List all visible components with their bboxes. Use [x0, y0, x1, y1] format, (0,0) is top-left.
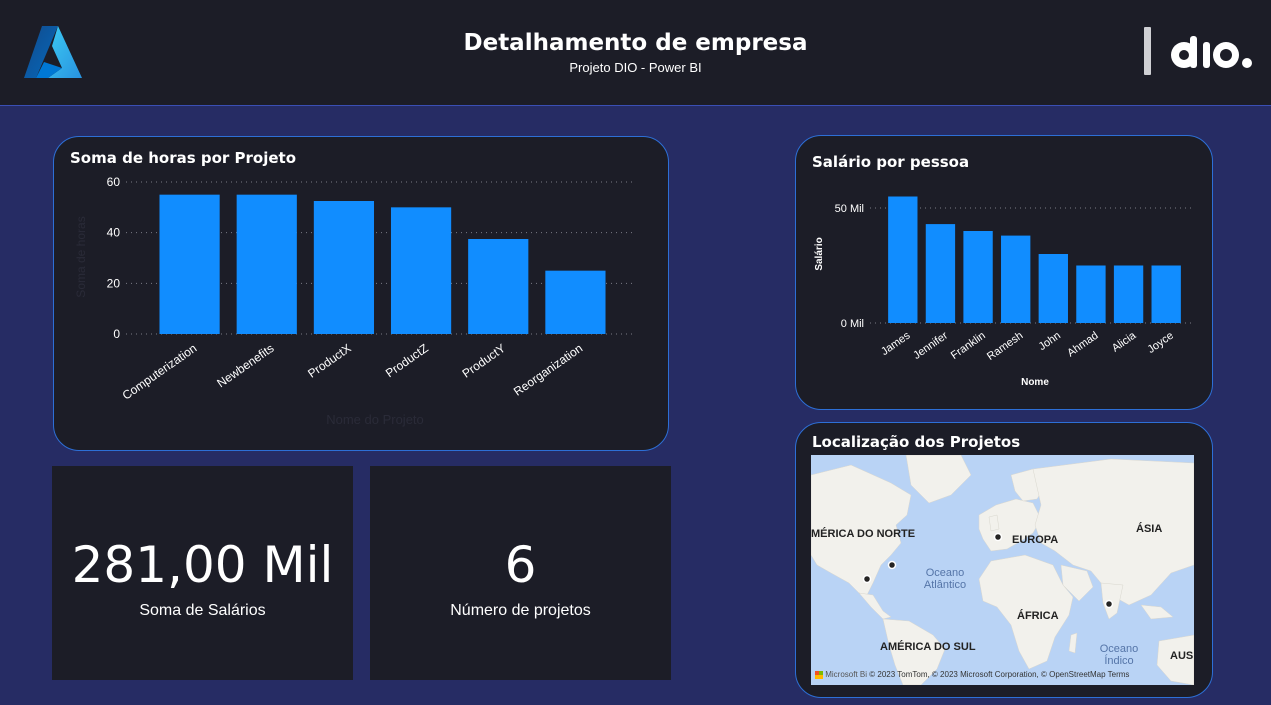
- x-tick-label: James: [879, 329, 913, 358]
- bar-ramesh[interactable]: [1001, 235, 1031, 323]
- header-divider: [1144, 27, 1151, 75]
- x-tick-label: John: [1037, 330, 1063, 354]
- kpi-salary-sum[interactable]: 281,00 Mil Soma de Salários: [52, 466, 353, 680]
- bar-alicia[interactable]: [1113, 265, 1144, 324]
- page-title: Detalhamento de empresa: [463, 30, 808, 56]
- map-label-europe: EUROPA: [1012, 534, 1059, 546]
- map-label-africa: ÁFRICA: [1017, 610, 1059, 622]
- bar-john[interactable]: [1038, 254, 1068, 323]
- bar-productz[interactable]: [390, 207, 452, 334]
- x-tick-label: Reorganization: [511, 341, 585, 399]
- map-attribution-text[interactable]: © 2023 TomTom, © 2023 Microsoft Corporat…: [869, 670, 1129, 679]
- hours-by-project-card[interactable]: Soma de horas por Projeto 0 20 40 60 Comput…: [53, 136, 669, 451]
- bar-reorganization[interactable]: [545, 270, 606, 334]
- salary-by-person-card[interactable]: Salário por pessoa 0 Mil 50 Mil James Jenn…: [795, 135, 1213, 410]
- bar-franklin[interactable]: [963, 231, 993, 323]
- hours-x-axis-label: Nome do Projeto: [326, 412, 424, 427]
- kpi-salary-value: 281,00 Mil: [71, 536, 334, 594]
- kpi-projects-value: 6: [504, 536, 537, 594]
- bar-ahmad[interactable]: [1076, 265, 1106, 324]
- hours-y-axis-label: Soma de horas: [74, 216, 88, 297]
- x-tick-label: Ahmad: [1065, 330, 1100, 360]
- dio-logo-icon: [1171, 36, 1252, 68]
- map-label-south-america: AMÉRICA DO SUL: [880, 641, 976, 653]
- x-tick-label: Alicia: [1110, 329, 1139, 354]
- hours-bar-chart[interactable]: 0 20 40 60 Computerization Newbenefits Produc…: [54, 137, 670, 452]
- x-tick-label: ProductZ: [383, 341, 431, 380]
- map-label-north-america: MÉRICA DO NORTE: [811, 528, 916, 540]
- x-tick-label: Newbenefits: [214, 341, 276, 390]
- y-tick-label: 20: [107, 276, 121, 290]
- x-tick-label: ProductY: [460, 341, 508, 381]
- microsoft-logo-icon: [815, 670, 823, 679]
- map-label-asia: ÁSIA: [1136, 523, 1163, 535]
- x-tick-label: Computerization: [120, 341, 200, 403]
- map-attribution: Microsoft Bi © 2023 TomTom, © 2023 Micro…: [815, 670, 1129, 679]
- kpi-salary-label: Soma de Salários: [139, 602, 266, 619]
- map-marker[interactable]: [862, 574, 872, 584]
- map-marker[interactable]: [993, 532, 1003, 542]
- x-tick-label: ProductX: [305, 341, 353, 381]
- bar-james[interactable]: [888, 196, 918, 324]
- map-label-australia: AUS: [1170, 650, 1194, 662]
- y-tick-label: 40: [107, 226, 121, 240]
- kpi-projects-label: Número de projetos: [450, 602, 591, 619]
- bar-producty[interactable]: [468, 239, 529, 334]
- salary-y-axis-label: Salário: [814, 237, 825, 270]
- map-attribution-brand: Microsoft Bi: [825, 670, 868, 679]
- map-label-atlantic: Oceano Atlântico: [923, 567, 967, 591]
- project-locations-map[interactable]: MÉRICA DO NORTE EUROPA ÁSIA ÁFRICA AMÉRI…: [811, 455, 1194, 685]
- x-tick-label: Joyce: [1145, 330, 1175, 356]
- page-subtitle: Projeto DIO - Power BI: [569, 60, 702, 75]
- y-tick-label: 50 Mil: [835, 203, 864, 215]
- bar-jennifer[interactable]: [925, 224, 956, 323]
- y-tick-label: 60: [107, 175, 121, 189]
- report-header: Detalhamento de empresa Projeto DIO - Po…: [0, 0, 1271, 106]
- map-marker[interactable]: [887, 560, 897, 570]
- bar-joyce[interactable]: [1151, 265, 1181, 324]
- map-marker[interactable]: [1104, 599, 1114, 609]
- title-block: Detalhamento de empresa Projeto DIO - Po…: [0, 30, 1271, 75]
- y-tick-label: 0 Mil: [841, 318, 864, 330]
- bar-computerization[interactable]: [159, 194, 220, 334]
- bar-newbenefits[interactable]: [236, 194, 297, 334]
- kpi-project-count[interactable]: 6 Número de projetos: [370, 466, 671, 680]
- salary-x-axis-label: Nome: [1021, 377, 1049, 388]
- salary-bar-chart[interactable]: 0 Mil 50 Mil JamesJenniferFranklinRamesh J…: [796, 136, 1214, 411]
- x-tick-label: Franklin: [949, 330, 988, 362]
- map-label-indian: Oceano Índico: [1099, 643, 1139, 667]
- map-title: Localização dos Projetos: [812, 433, 1021, 451]
- x-tick-label: Ramesh: [985, 330, 1025, 363]
- bar-productx[interactable]: [313, 201, 375, 334]
- y-tick-label: 0: [113, 327, 120, 341]
- x-tick-label: Jennifer: [911, 329, 950, 361]
